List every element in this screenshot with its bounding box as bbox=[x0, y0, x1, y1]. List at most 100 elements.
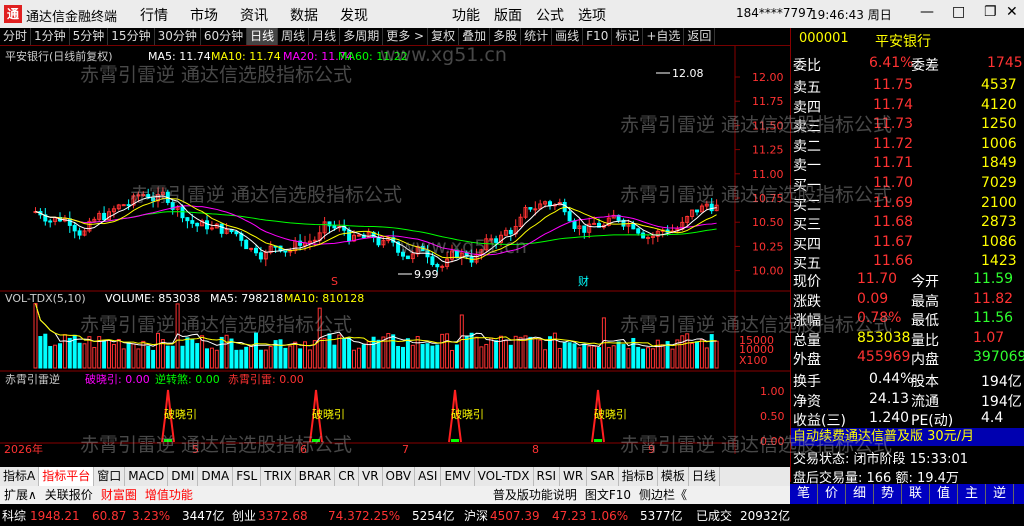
menu-hangqing[interactable]: 行情 bbox=[140, 5, 168, 25]
btn-zhu[interactable]: 主 bbox=[958, 484, 986, 504]
buy-row-price: 11.67 bbox=[873, 233, 914, 250]
indicator-tab[interactable]: VR bbox=[359, 467, 383, 486]
indicator-tab[interactable]: EMV bbox=[441, 467, 475, 486]
ext-help[interactable]: 普及版功能说明 bbox=[489, 486, 581, 504]
tb-more[interactable]: 更多 > bbox=[383, 28, 429, 45]
menu-shichang[interactable]: 市场 bbox=[190, 5, 218, 25]
sell-row-label: 卖三 bbox=[793, 119, 821, 135]
buy-row[interactable]: 买一 11.70 7029 bbox=[791, 174, 1024, 194]
volume-bar bbox=[650, 348, 655, 369]
sell-row-label: 卖四 bbox=[793, 99, 821, 116]
btn-jia[interactable]: 价 bbox=[818, 484, 846, 504]
ext-f10[interactable]: 图文F10 bbox=[581, 486, 635, 504]
tb-biaoji[interactable]: 标记 bbox=[612, 28, 644, 45]
indicator-tab[interactable]: WR bbox=[560, 467, 588, 486]
ext-toggle[interactable]: 扩展∧ bbox=[0, 486, 41, 504]
indicator-tab[interactable]: TRIX bbox=[261, 467, 296, 486]
user-account[interactable]: 184****7797 bbox=[736, 6, 813, 20]
ext-related[interactable]: 关联报价 bbox=[41, 486, 97, 504]
menu-xuanxiang[interactable]: 选项 bbox=[578, 5, 606, 25]
tb-duogu[interactable]: 多股 bbox=[490, 28, 522, 45]
volume-bar bbox=[205, 348, 209, 369]
ind-tick-2: 0.50 bbox=[760, 410, 785, 423]
signal-base bbox=[594, 439, 602, 442]
signal-label-4: 破晓引 bbox=[594, 407, 627, 421]
indicator-tab[interactable]: ASI bbox=[415, 467, 442, 486]
ext-sidebar[interactable]: 侧边栏《 bbox=[635, 486, 691, 504]
ext-wealth[interactable]: 财富圈 bbox=[97, 486, 141, 504]
tb-1m[interactable]: 1分钟 bbox=[31, 28, 70, 45]
menu-gongshi[interactable]: 公式 bbox=[536, 5, 564, 25]
tb-weekly[interactable]: 周线 bbox=[278, 28, 310, 45]
tb-fenshi[interactable]: 分时 bbox=[0, 28, 32, 45]
menu-zixun[interactable]: 资讯 bbox=[240, 5, 268, 25]
volume-bar bbox=[641, 348, 646, 369]
tb-monthly[interactable]: 月线 bbox=[309, 28, 341, 45]
indicator-tab[interactable]: DMA bbox=[198, 467, 234, 486]
btn-lian[interactable]: 联 bbox=[902, 484, 930, 504]
tb-15m[interactable]: 15分钟 bbox=[108, 28, 155, 45]
indicator-tab[interactable]: FSL bbox=[233, 467, 262, 486]
tb-f10[interactable]: F10 bbox=[583, 28, 613, 45]
btn-xi[interactable]: 细 bbox=[846, 484, 874, 504]
indicator-tab[interactable]: 指标B bbox=[619, 467, 658, 486]
candle bbox=[709, 203, 714, 212]
indicator-tab[interactable]: 日线 bbox=[689, 467, 720, 486]
volume-bar bbox=[234, 349, 239, 369]
indicator-tab[interactable]: OBV bbox=[383, 467, 416, 486]
indicator-tab[interactable]: VOL-TDX bbox=[475, 467, 534, 486]
tb-60m[interactable]: 60分钟 bbox=[201, 28, 248, 45]
indicator-tab[interactable]: 窗口 bbox=[94, 467, 126, 486]
close-icon[interactable]: ✕ bbox=[1006, 4, 1018, 20]
candle bbox=[401, 251, 405, 257]
indicator-tab[interactable]: SAR bbox=[587, 467, 619, 486]
minimize-icon[interactable]: — bbox=[920, 4, 934, 20]
kline-chart[interactable]: 12.00 11.75 11.50 11.25 11.00 10.75 10.50 10.25… bbox=[0, 46, 790, 454]
buy-row-value: 2873 bbox=[981, 214, 1017, 230]
indicator-tab[interactable]: 指标A bbox=[0, 467, 40, 486]
btn-zhi[interactable]: 值 bbox=[930, 484, 958, 504]
buy-row[interactable]: 买五 11.66 1423 bbox=[791, 252, 1024, 272]
indicator-tab[interactable]: 指标平台 bbox=[39, 467, 95, 486]
ext-addon[interactable]: 增值功能 bbox=[141, 486, 197, 504]
tb-diejia[interactable]: 叠加 bbox=[459, 28, 491, 45]
sell-row[interactable]: 卖二 11.72 1006 bbox=[791, 135, 1024, 155]
ma5-line bbox=[35, 195, 717, 264]
menu-gongneng[interactable]: 功能 bbox=[452, 5, 480, 25]
tb-huaxian[interactable]: 画线 bbox=[552, 28, 584, 45]
buy-row[interactable]: 买三 11.68 2873 bbox=[791, 213, 1024, 233]
buy-row[interactable]: 买二 11.69 2100 bbox=[791, 194, 1024, 214]
sell-row[interactable]: 卖四 11.74 4120 bbox=[791, 96, 1024, 116]
sell-row[interactable]: 卖五 11.75 4537 bbox=[791, 76, 1024, 96]
indicator-tab[interactable]: BRAR bbox=[296, 467, 336, 486]
restore-icon[interactable]: ❐ bbox=[984, 4, 997, 20]
indicator-tab[interactable]: DMI bbox=[168, 467, 199, 486]
tb-5m[interactable]: 5分钟 bbox=[70, 28, 109, 45]
tb-fanhui[interactable]: 返回 bbox=[684, 28, 716, 45]
sell-row[interactable]: 卖三 11.73 1250 bbox=[791, 115, 1024, 135]
menu-shuju[interactable]: 数据 bbox=[290, 5, 318, 25]
promo-banner[interactable]: 自动续费通达信普及版 30元/月 bbox=[791, 428, 1024, 446]
indicator-tab[interactable]: MACD bbox=[125, 467, 169, 486]
stat-value-2: 11.56 bbox=[973, 310, 1014, 326]
signal-label-1: 破晓引 bbox=[164, 407, 197, 421]
btn-ni[interactable]: 逆 bbox=[986, 484, 1014, 504]
btn-shi[interactable]: 势 bbox=[874, 484, 902, 504]
tb-fuquan[interactable]: 复权 bbox=[428, 28, 460, 45]
menu-banmian[interactable]: 版面 bbox=[494, 5, 522, 25]
tb-tongji[interactable]: 统计 bbox=[521, 28, 553, 45]
tb-30m[interactable]: 30分钟 bbox=[155, 28, 201, 45]
buy-row[interactable]: 买四 11.67 1086 bbox=[791, 233, 1024, 253]
indicator-tab[interactable]: 模板 bbox=[658, 467, 689, 486]
volume-bar bbox=[342, 338, 347, 369]
menu-faxian[interactable]: 发现 bbox=[340, 5, 368, 25]
indicator-tab[interactable]: RSI bbox=[534, 467, 561, 486]
status-item: 2.25% bbox=[362, 509, 401, 523]
indicator-tab[interactable]: CR bbox=[335, 467, 359, 486]
tb-zixuan[interactable]: +自选 bbox=[643, 28, 685, 45]
sell-row[interactable]: 卖一 11.71 1849 bbox=[791, 154, 1024, 174]
tb-multi[interactable]: 多周期 bbox=[340, 28, 384, 45]
btn-bi[interactable]: 笔 bbox=[790, 484, 818, 504]
tb-daily[interactable]: 日线 bbox=[247, 28, 279, 45]
maximize-icon[interactable]: □ bbox=[952, 4, 965, 20]
